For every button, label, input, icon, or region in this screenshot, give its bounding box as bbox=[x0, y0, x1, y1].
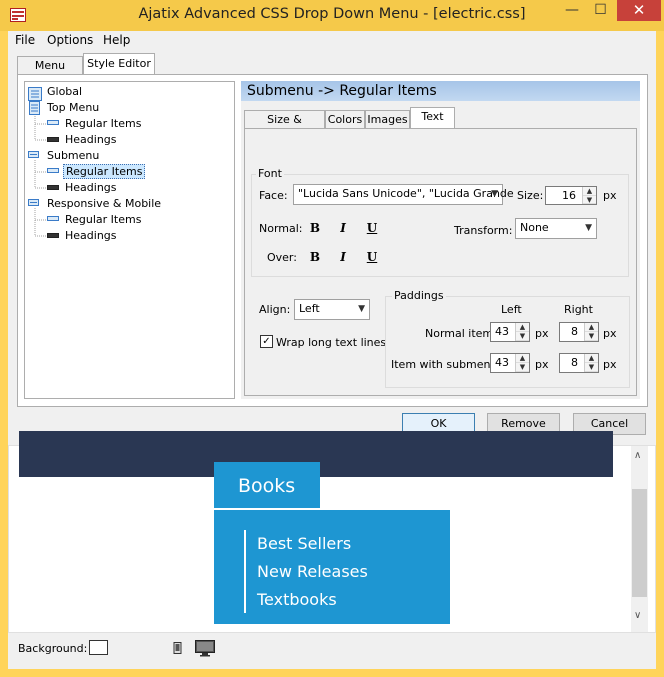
preview-nav-home[interactable]: Home bbox=[133, 475, 189, 497]
align-label: Align: bbox=[259, 303, 291, 316]
padding-left-header: Left bbox=[501, 303, 522, 316]
heading-icon bbox=[47, 185, 59, 190]
font-face-select[interactable]: "Lucida Sans Unicode", "Lucida Grande ▼ bbox=[293, 184, 514, 205]
background-color-swatch[interactable] bbox=[89, 640, 108, 655]
preview-scrollbar[interactable]: ∧ ∨ bbox=[631, 446, 648, 632]
tab-size-position[interactable]: Size & Position bbox=[244, 110, 325, 143]
font-size-stepper[interactable]: ▲ ▼ bbox=[582, 187, 596, 204]
normal-label: Normal: bbox=[259, 222, 303, 235]
menu-file[interactable]: File bbox=[15, 33, 35, 47]
align-select[interactable]: Left ▼ bbox=[294, 299, 370, 320]
app-window: Ajatix Advanced CSS Drop Down Menu - [el… bbox=[0, 0, 664, 677]
preview-nav-books[interactable]: Books bbox=[238, 475, 295, 497]
tab-menu-editor[interactable]: Menu Editor bbox=[17, 56, 83, 90]
chevron-down-icon: ▼ bbox=[585, 223, 592, 233]
normal-italic-button[interactable]: I bbox=[333, 219, 353, 237]
tree-item-submenu-headings[interactable]: Headings bbox=[65, 181, 117, 194]
over-underline-button[interactable]: U bbox=[362, 248, 382, 266]
preview-submenu-item[interactable]: New Releases bbox=[257, 562, 368, 581]
tree-item-global[interactable]: Global bbox=[47, 85, 82, 98]
face-label: Face: bbox=[259, 189, 288, 202]
item-icon bbox=[47, 120, 59, 125]
global-icon bbox=[28, 87, 42, 101]
maximize-button[interactable]: ☐ bbox=[586, 0, 615, 21]
padding-right-header: Right bbox=[564, 303, 593, 316]
scroll-up-icon[interactable]: ∧ bbox=[634, 450, 641, 461]
mobile-view-icon[interactable] bbox=[173, 642, 182, 654]
submenu-left-stepper[interactable]: ▲ ▼ bbox=[515, 354, 529, 372]
minimize-button[interactable]: — bbox=[558, 0, 586, 21]
menu-options[interactable]: Options bbox=[47, 33, 93, 47]
over-label: Over: bbox=[267, 251, 297, 264]
preview-submenu-item[interactable]: Best Sellers bbox=[257, 534, 351, 553]
preview-submenu-item[interactable]: Textbooks bbox=[257, 590, 337, 609]
scrollbar-thumb[interactable] bbox=[632, 489, 647, 597]
section-header: Submenu -> Regular Items bbox=[241, 81, 640, 101]
normal-right-unit: px bbox=[603, 327, 617, 340]
normal-right-stepper[interactable]: ▲ ▼ bbox=[584, 323, 598, 341]
preview-submenu-divider bbox=[244, 530, 246, 613]
preview-nav-movies[interactable]: Movies bbox=[448, 475, 514, 497]
submenu-icon bbox=[28, 151, 39, 158]
tab-images[interactable]: Images bbox=[365, 110, 410, 128]
tree-item-submenu-regular[interactable]: Regular Items bbox=[63, 164, 146, 179]
tree-item-responsive-headings[interactable]: Headings bbox=[65, 229, 117, 242]
submenu-icon bbox=[28, 199, 39, 206]
wrap-label: Wrap long text lines bbox=[276, 336, 387, 349]
menu-help[interactable]: Help bbox=[103, 33, 130, 47]
paddings-legend: Paddings bbox=[392, 289, 446, 302]
transform-label: Transform: bbox=[454, 224, 513, 237]
tree-item-top-menu[interactable]: Top Menu bbox=[47, 101, 99, 114]
size-label: Size: bbox=[517, 189, 544, 202]
over-bold-button[interactable]: B bbox=[305, 248, 325, 266]
item-icon bbox=[47, 168, 59, 173]
wrap-checkbox[interactable]: ✓ bbox=[260, 335, 273, 348]
close-button[interactable]: ✕ bbox=[617, 0, 661, 21]
menu-icon bbox=[29, 101, 40, 115]
scroll-down-icon[interactable]: ∨ bbox=[634, 610, 641, 621]
submenu-right-unit: px bbox=[603, 358, 617, 371]
submenu-left-unit: px bbox=[535, 358, 549, 371]
heading-icon bbox=[47, 137, 59, 142]
style-tree: Global Top Menu Regular Items Headings S… bbox=[24, 81, 235, 399]
tree-item-top-regular[interactable]: Regular Items bbox=[65, 117, 141, 130]
tab-text[interactable]: Text bbox=[410, 107, 455, 129]
normal-bold-button[interactable]: B bbox=[305, 219, 325, 237]
tab-colors[interactable]: Colors bbox=[325, 110, 365, 128]
item-icon bbox=[47, 216, 59, 221]
menu-bar: File Options Help bbox=[8, 31, 656, 51]
title-bar: Ajatix Advanced CSS Drop Down Menu - [el… bbox=[0, 0, 664, 31]
font-legend: Font bbox=[256, 167, 284, 180]
normal-left-unit: px bbox=[535, 327, 549, 340]
size-unit: px bbox=[603, 189, 617, 202]
normal-left-stepper[interactable]: ▲ ▼ bbox=[515, 323, 529, 341]
submenu-item-label: Item with submenu: bbox=[391, 358, 502, 371]
tab-style-editor[interactable]: Style Editor bbox=[83, 53, 155, 75]
tree-item-responsive-regular[interactable]: Regular Items bbox=[65, 213, 141, 226]
desktop-view-icon[interactable] bbox=[195, 640, 215, 657]
align-value: Left bbox=[299, 302, 320, 315]
chevron-down-icon: ▼ bbox=[491, 189, 498, 199]
normal-underline-button[interactable]: U bbox=[362, 219, 382, 237]
font-face-value: "Lucida Sans Unicode", "Lucida Grande bbox=[298, 187, 514, 200]
tree-item-top-headings[interactable]: Headings bbox=[65, 133, 117, 146]
tree-item-responsive[interactable]: Responsive & Mobile bbox=[47, 197, 161, 210]
over-italic-button[interactable]: I bbox=[333, 248, 353, 266]
background-label: Background: bbox=[18, 642, 88, 655]
tree-item-submenu[interactable]: Submenu bbox=[47, 149, 99, 162]
transform-select[interactable]: None ▼ bbox=[515, 218, 597, 239]
preview-nav-music[interactable]: Music bbox=[344, 475, 398, 497]
normal-item-label: Normal item: bbox=[425, 327, 497, 340]
heading-icon bbox=[47, 233, 59, 238]
transform-value: None bbox=[520, 221, 549, 234]
chevron-down-icon: ▼ bbox=[358, 304, 365, 314]
submenu-right-stepper[interactable]: ▲ ▼ bbox=[584, 354, 598, 372]
